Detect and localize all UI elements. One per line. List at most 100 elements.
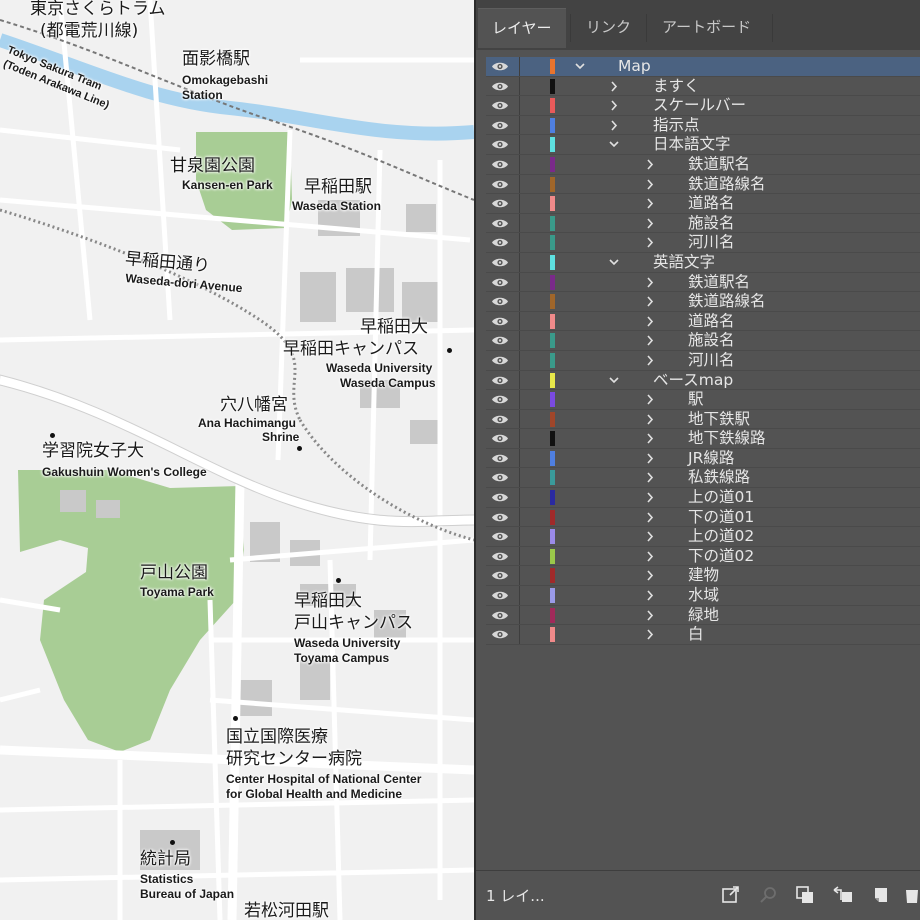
layer-row[interactable]: 上の道02 [486,527,920,547]
visibility-eye-icon[interactable] [491,276,509,289]
chevron-right-icon[interactable] [644,471,656,484]
layer-row[interactable]: 施設名 [486,213,920,234]
chevron-right-icon[interactable] [644,334,656,347]
layer-row[interactable]: 地下鉄線路 [486,429,920,449]
layer-row[interactable]: 地下鉄駅 [486,409,920,430]
chevron-right-icon[interactable] [644,413,656,426]
layer-row[interactable]: ますく [486,76,920,97]
chevron-down-icon[interactable] [608,138,620,151]
layer-row[interactable]: Map [486,57,920,77]
visibility-eye-icon[interactable] [491,432,509,445]
layer-row[interactable]: 鉄道路線名 [486,292,920,312]
chevron-right-icon[interactable] [644,491,656,504]
visibility-eye-icon[interactable] [491,217,509,230]
chevron-right-icon[interactable] [644,511,656,524]
new-layer-icon[interactable] [870,884,892,906]
chevron-right-icon[interactable] [644,295,656,308]
visibility-eye-icon[interactable] [491,80,509,93]
visibility-eye-icon[interactable] [491,628,509,641]
layer-row[interactable]: 水域 [486,586,920,606]
chevron-down-icon[interactable] [608,256,620,269]
visibility-eye-icon[interactable] [491,138,509,151]
visibility-eye-icon[interactable] [491,530,509,543]
visibility-eye-icon[interactable] [491,354,509,367]
visibility-eye-icon[interactable] [491,197,509,210]
layer-row[interactable]: 鉄道路線名 [486,174,920,195]
chevron-right-icon[interactable] [644,354,656,367]
chevron-right-icon[interactable] [644,178,656,191]
chevron-right-icon[interactable] [644,158,656,171]
chevron-right-icon[interactable] [644,550,656,563]
visibility-eye-icon[interactable] [491,119,509,132]
visibility-eye-icon[interactable] [491,393,509,406]
clipping-mask-icon[interactable] [794,884,816,906]
chevron-right-icon[interactable] [644,452,656,465]
visibility-eye-icon[interactable] [491,491,509,504]
chevron-right-icon[interactable] [644,315,656,328]
visibility-eye-icon[interactable] [491,99,509,112]
visibility-eye-icon[interactable] [491,60,509,73]
layer-row[interactable]: 緑地 [486,605,920,626]
chevron-right-icon[interactable] [644,393,656,406]
chevron-right-icon[interactable] [608,119,620,132]
layer-row[interactable]: 英語文字 [486,252,920,273]
chevron-right-icon[interactable] [644,236,656,249]
layer-row[interactable]: 白 [486,625,920,645]
layer-row[interactable]: 河川名 [486,350,920,371]
tab-artboards[interactable]: アートボード [648,8,765,48]
layer-row[interactable]: 道路名 [486,311,920,332]
visibility-eye-icon[interactable] [491,550,509,563]
chevron-right-icon[interactable] [644,589,656,602]
visibility-eye-icon[interactable] [491,471,509,484]
new-sublayer-icon[interactable] [832,884,854,906]
chevron-right-icon[interactable] [644,569,656,582]
layer-row[interactable]: JR線路 [486,448,920,469]
visibility-eye-icon[interactable] [491,452,509,465]
layer-row[interactable]: 下の道01 [486,507,920,528]
visibility-eye-icon[interactable] [491,295,509,308]
layer-row[interactable]: 私鉄線路 [486,468,920,489]
search-icon[interactable] [758,884,780,906]
chevron-right-icon[interactable] [644,628,656,641]
chevron-right-icon[interactable] [608,80,620,93]
visibility-eye-icon[interactable] [491,236,509,249]
chevron-right-icon[interactable] [644,197,656,210]
layer-row[interactable]: 鉄道駅名 [486,272,920,293]
tab-layers[interactable]: レイヤー [478,8,566,48]
chevron-down-icon[interactable] [574,60,586,73]
visibility-eye-icon[interactable] [491,569,509,582]
chevron-right-icon[interactable] [644,432,656,445]
visibility-eye-icon[interactable] [491,256,509,269]
layer-row[interactable]: 道路名 [486,194,920,214]
layer-row[interactable]: 上の道01 [486,488,920,508]
layer-row[interactable]: 河川名 [486,233,920,253]
layer-row[interactable]: 鉄道駅名 [486,154,920,175]
chevron-right-icon[interactable] [644,217,656,230]
visibility-eye-icon[interactable] [491,609,509,622]
delete-icon[interactable] [904,884,920,906]
layer-row[interactable]: 日本語文字 [486,135,920,155]
locate-object-icon[interactable] [720,884,742,906]
chevron-right-icon[interactable] [644,530,656,543]
layer-row[interactable]: 駅 [486,390,920,410]
visibility-eye-icon[interactable] [491,511,509,524]
chevron-right-icon[interactable] [644,609,656,622]
visibility-eye-icon[interactable] [491,589,509,602]
visibility-eye-icon[interactable] [491,178,509,191]
visibility-eye-icon[interactable] [491,158,509,171]
layer-row[interactable]: スケールバー [486,96,920,116]
visibility-eye-icon[interactable] [491,374,509,387]
layer-row[interactable]: 下の道02 [486,546,920,567]
visibility-eye-icon[interactable] [491,334,509,347]
layer-row[interactable]: 施設名 [486,331,920,351]
layer-row[interactable]: 建物 [486,566,920,587]
visibility-eye-icon[interactable] [491,315,509,328]
map-canvas[interactable]: 東京さくらトラム (都電荒川線) Tokyo Sakura Tram (Tode… [0,0,474,920]
chevron-right-icon[interactable] [608,99,620,112]
layer-row[interactable]: 指示点 [486,115,920,136]
chevron-right-icon[interactable] [644,276,656,289]
tab-links[interactable]: リンク [572,8,645,48]
layer-row[interactable]: ベースmap [486,370,920,391]
chevron-down-icon[interactable] [608,374,620,387]
visibility-eye-icon[interactable] [491,413,509,426]
